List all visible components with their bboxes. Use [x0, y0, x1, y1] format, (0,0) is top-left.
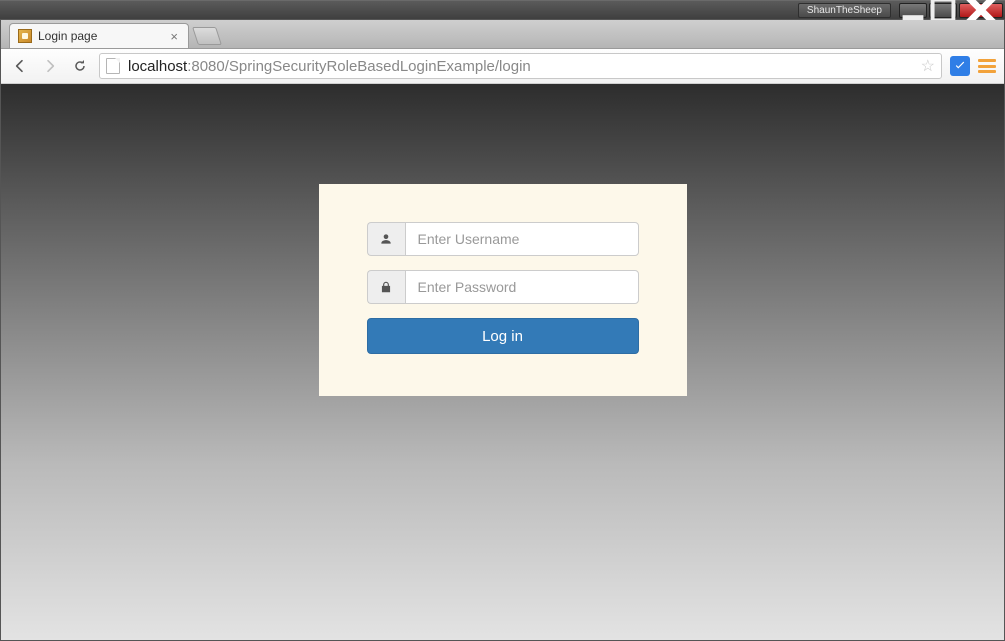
- new-tab-button[interactable]: [192, 27, 222, 45]
- browser-tab[interactable]: Login page ×: [9, 23, 189, 48]
- back-button[interactable]: [9, 55, 31, 77]
- browser-toolbar: localhost:8080/SpringSecurityRoleBasedLo…: [1, 49, 1004, 84]
- extension-icon[interactable]: [950, 56, 970, 76]
- browser-window: Login page × localhost:8080/SpringSecuri…: [0, 19, 1005, 641]
- menu-icon[interactable]: [978, 59, 996, 73]
- username-input[interactable]: [405, 222, 639, 256]
- favicon-icon: [18, 29, 32, 43]
- user-icon: [367, 222, 405, 256]
- tab-title: Login page: [38, 29, 97, 43]
- os-titlebar: ShaunTheSheep: [0, 0, 1005, 19]
- page-viewport: Log in: [1, 84, 1004, 640]
- password-group: [367, 270, 639, 304]
- window-close-button[interactable]: [959, 3, 1003, 18]
- tab-close-icon[interactable]: ×: [170, 29, 178, 44]
- username-group: [367, 222, 639, 256]
- os-user-badge: ShaunTheSheep: [798, 3, 891, 18]
- url-path: :8080/SpringSecurityRoleBasedLoginExampl…: [187, 58, 531, 75]
- password-input[interactable]: [405, 270, 639, 304]
- bookmark-star-icon[interactable]: ☆: [921, 56, 935, 76]
- maximize-button[interactable]: [929, 3, 957, 18]
- lock-icon: [367, 270, 405, 304]
- forward-button[interactable]: [39, 55, 61, 77]
- reload-button[interactable]: [69, 55, 91, 77]
- address-bar[interactable]: localhost:8080/SpringSecurityRoleBasedLo…: [99, 53, 942, 79]
- minimize-button[interactable]: [899, 3, 927, 18]
- url-host: localhost: [128, 58, 187, 75]
- page-icon: [106, 58, 120, 74]
- login-card: Log in: [319, 184, 687, 396]
- tab-strip: Login page ×: [1, 20, 1004, 49]
- login-button[interactable]: Log in: [367, 318, 639, 354]
